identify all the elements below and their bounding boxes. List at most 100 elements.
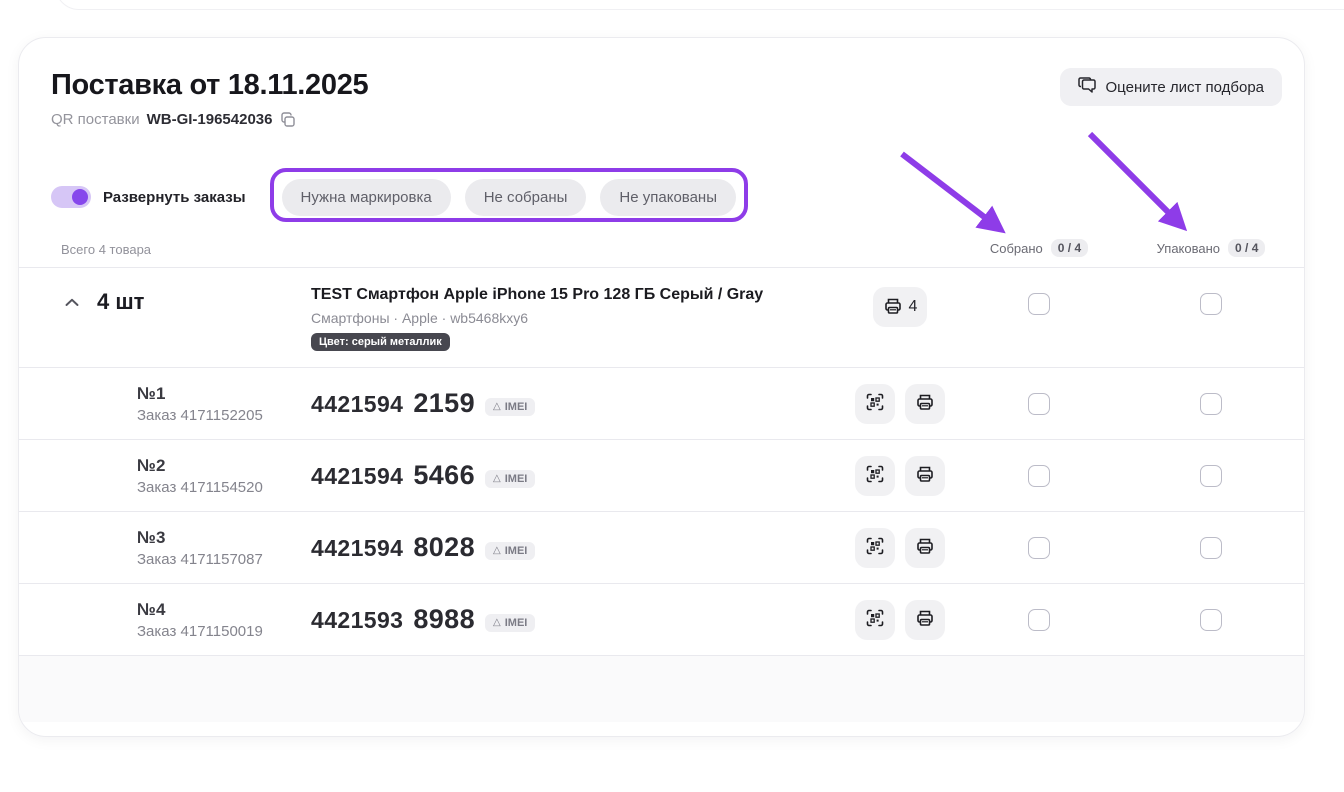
sticker-prefix: 4421594 [311,391,403,418]
qr-scan-icon [865,608,885,631]
print-sticker-button[interactable] [905,456,945,496]
order-row: №4 Заказ 4171150019 4421593 8988 △IMEI [19,584,1304,656]
product-title: TEST Смартфон Apple iPhone 15 Pro 128 ГБ… [311,285,840,305]
order-num-cell: №3 Заказ 4171157087 [51,528,299,568]
collected-checkbox[interactable] [1028,609,1050,631]
order-id: Заказ 4171154520 [137,479,299,496]
chevron-up-icon[interactable] [61,294,83,311]
printer-icon [915,392,935,415]
imei-badge: △IMEI [485,398,535,416]
order-number: №4 [137,600,299,620]
scan-code-button[interactable] [855,384,895,424]
warning-icon: △ [493,618,501,628]
print-sticker-button[interactable] [905,600,945,640]
warning-icon: △ [493,402,501,412]
color-badge: Цвет: серый металлик [311,333,450,351]
sticker-prefix: 4421594 [311,535,403,562]
group-packed-checkbox[interactable] [1200,293,1222,315]
sticker-cell: 4421593 8988 △IMEI [299,604,840,635]
product-meta: Смартфоны · Apple · wb5468kxy6 [311,310,840,326]
order-row: №1 Заказ 4171152205 4421594 2159 △IMEI [19,368,1304,440]
order-num-cell: №4 Заказ 4171150019 [51,600,299,640]
order-row: №2 Заказ 4171154520 4421594 5466 △IMEI [19,440,1304,512]
total-items-label: Всего 4 товара [51,242,299,257]
collected-count-badge: 0 / 4 [1051,239,1088,257]
sticker-code: 8028 [413,532,475,563]
row-actions-cell [840,456,960,496]
filter-chip-not-collected[interactable]: Не собраны [465,179,587,216]
table-header: Всего 4 товара Собрано 0 / 4 Упаковано 0… [19,228,1304,268]
page-title: Поставка от 18.11.2025 [51,68,368,102]
imei-badge: △IMEI [485,470,535,488]
product-group-row: 4 шт TEST Смартфон Apple iPhone 15 Pro 1… [19,268,1304,368]
collected-checkbox[interactable] [1028,393,1050,415]
scan-code-button[interactable] [855,600,895,640]
order-number: №1 [137,384,299,404]
group-qty-cell: 4 шт [51,289,299,315]
collected-checkbox[interactable] [1028,537,1050,559]
card-footer [19,656,1304,722]
expand-orders-toggle[interactable] [51,186,91,208]
feedback-icon [1078,77,1097,98]
filter-chip-not-packed[interactable]: Не упакованы [600,179,736,216]
imei-badge: △IMEI [485,542,535,560]
collected-column-header: Собрано 0 / 4 [960,239,1118,257]
collected-label: Собрано [990,241,1043,256]
card-header: Поставка от 18.11.2025 QR поставки WB-GI… [19,38,1304,128]
packed-label: Упаковано [1157,241,1220,256]
collected-checkbox[interactable] [1028,465,1050,487]
print-sticker-button[interactable] [905,528,945,568]
row-actions-cell [840,528,960,568]
qr-scan-icon [865,464,885,487]
print-sticker-button[interactable] [905,384,945,424]
row-actions-cell [840,384,960,424]
sticker-prefix: 4421594 [311,463,403,490]
order-id: Заказ 4171150019 [137,623,299,640]
printer-icon [915,608,935,631]
expand-orders-label: Развернуть заказы [103,189,246,206]
sticker-code: 5466 [413,460,475,491]
scan-code-button[interactable] [855,456,895,496]
scan-code-button[interactable] [855,528,895,568]
group-qty: 4 шт [97,289,144,315]
product-cell: TEST Смартфон Apple iPhone 15 Pro 128 ГБ… [299,285,840,351]
order-id: Заказ 4171152205 [137,407,299,424]
sticker-code: 2159 [413,388,475,419]
order-number: №3 [137,528,299,548]
qr-value: WB-GI-196542036 [147,111,273,128]
rate-button-label: Оцените лист подбора [1106,79,1264,96]
packed-checkbox[interactable] [1200,609,1222,631]
order-number: №2 [137,456,299,476]
order-id: Заказ 4171157087 [137,551,299,568]
packed-checkbox[interactable] [1200,393,1222,415]
packed-checkbox[interactable] [1200,537,1222,559]
sticker-code: 8988 [413,604,475,635]
filter-chip-needs-marking[interactable]: Нужна маркировка [282,179,451,216]
packed-checkbox[interactable] [1200,465,1222,487]
warning-icon: △ [493,474,501,484]
supply-card: Поставка от 18.11.2025 QR поставки WB-GI… [18,37,1305,737]
print-all-button[interactable]: 4 [873,287,928,327]
warning-icon: △ [493,546,501,556]
copy-icon[interactable] [280,112,296,128]
row-actions-cell [840,600,960,640]
printer-icon [915,536,935,559]
sticker-cell: 4421594 5466 △IMEI [299,460,840,491]
printer-icon [915,464,935,487]
title-block: Поставка от 18.11.2025 QR поставки WB-GI… [51,68,368,128]
qr-scan-icon [865,536,885,559]
controls-row: Развернуть заказы Нужна маркировка Не со… [51,172,1304,222]
sticker-cell: 4421594 8028 △IMEI [299,532,840,563]
sticker-cell: 4421594 2159 △IMEI [299,388,840,419]
imei-badge: △IMEI [485,614,535,632]
previous-card-edge [55,0,1344,10]
rate-picking-list-button[interactable]: Оцените лист подбора [1060,68,1282,106]
sticker-prefix: 4421593 [311,607,403,634]
order-row: №3 Заказ 4171157087 4421594 8028 △IMEI [19,512,1304,584]
qr-row: QR поставки WB-GI-196542036 [51,111,368,128]
group-collected-checkbox[interactable] [1028,293,1050,315]
order-num-cell: №2 Заказ 4171154520 [51,456,299,496]
order-num-cell: №1 Заказ 4171152205 [51,384,299,424]
group-actions-cell: 4 [840,287,960,327]
printer-icon [883,296,903,319]
